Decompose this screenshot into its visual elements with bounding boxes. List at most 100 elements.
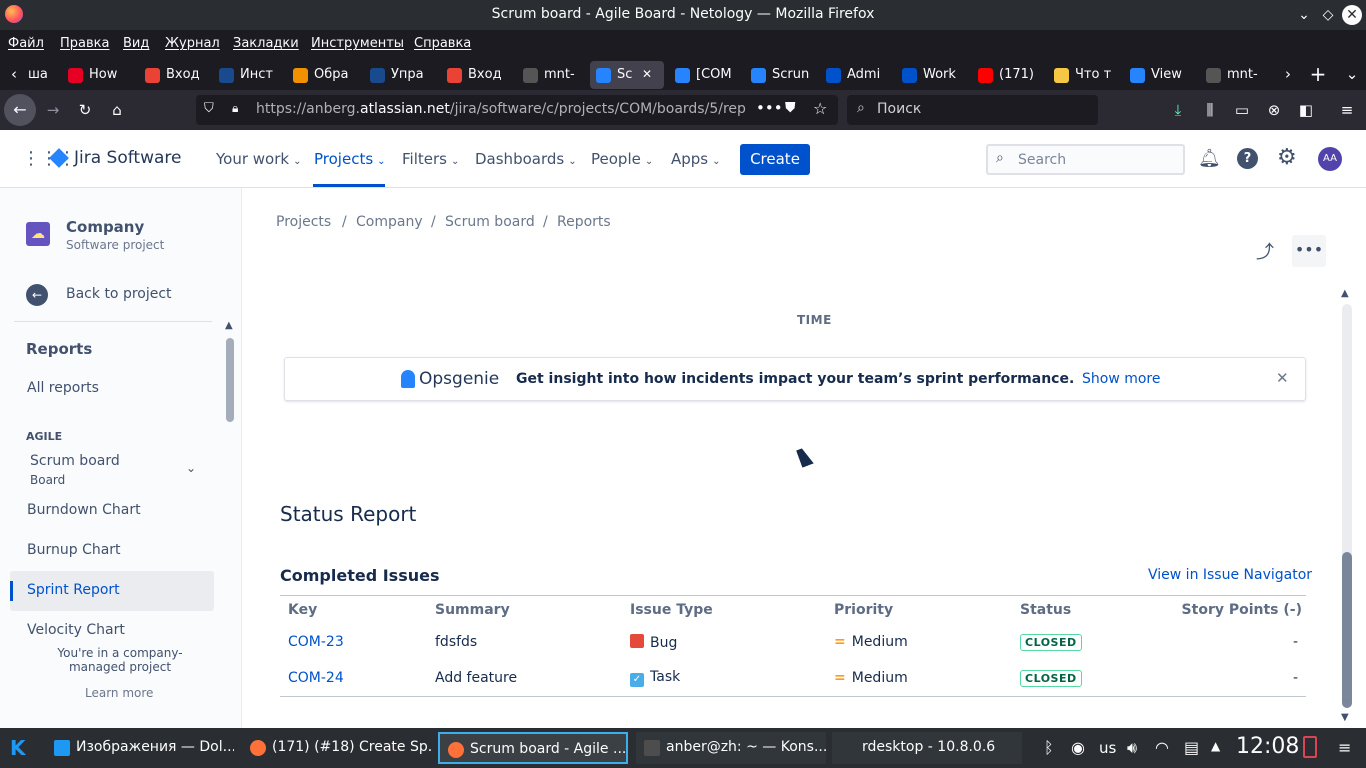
scroll-up-icon[interactable]: ▲ xyxy=(1341,288,1349,299)
task-rdesktop[interactable]: rdesktop - 10.8.0.6 xyxy=(832,732,1022,764)
avatar[interactable]: AA xyxy=(1318,147,1342,171)
tab-11[interactable]: Admi xyxy=(820,61,892,89)
tab-16[interactable]: mnt- xyxy=(1200,61,1272,89)
kde-launcher-icon[interactable]: K xyxy=(10,736,26,760)
nav-your-work[interactable]: Your work ⌄ xyxy=(216,150,301,168)
scroll-down-icon[interactable]: ▼ xyxy=(1341,712,1349,723)
column-header-issue-type[interactable]: Issue Type xyxy=(622,596,826,624)
task-firefox-scrum-board[interactable]: Scrum board - Agile ... xyxy=(438,732,628,764)
column-header-key[interactable]: Key xyxy=(280,596,427,624)
board-selector[interactable]: Scrum board Board ⌄ xyxy=(30,453,200,493)
back-button[interactable]: ← xyxy=(4,94,36,126)
tab-15[interactable]: View xyxy=(1124,61,1196,89)
network-manager-icon[interactable]: ◉ xyxy=(1071,738,1085,757)
nav-people[interactable]: People ⌄ xyxy=(591,150,653,168)
settings-gear-icon[interactable]: ⚙ xyxy=(1277,145,1297,170)
wifi-icon[interactable]: ◠ xyxy=(1155,738,1169,757)
column-header-status[interactable]: Status xyxy=(1012,596,1162,624)
page-actions-icon[interactable]: ••• xyxy=(756,99,783,117)
sidebar-item-velocity-chart[interactable]: Velocity Chart xyxy=(27,622,125,638)
show-desktop-icon[interactable]: ≡ xyxy=(1338,738,1351,757)
scroll-up-icon[interactable]: ▲ xyxy=(225,320,233,331)
breadcrumb-projects[interactable]: Projects xyxy=(276,214,331,230)
tab-10[interactable]: Scrun xyxy=(745,61,817,89)
extension-close-icon[interactable]: ⊗ xyxy=(1264,100,1284,120)
nav-projects[interactable]: Projects ⌄ xyxy=(314,150,386,168)
show-more-link[interactable]: Show more xyxy=(1082,371,1161,387)
tab-7[interactable]: mnt- xyxy=(517,61,589,89)
tab-8[interactable]: Sc ✕ xyxy=(590,61,664,89)
sidebar-item-all-reports[interactable]: All reports xyxy=(27,380,99,396)
extension-shield-icon[interactable]: ◧ xyxy=(1296,100,1316,120)
project-name[interactable]: Company xyxy=(66,218,144,236)
tab-list-icon[interactable]: ⌄ xyxy=(1342,64,1362,84)
column-header-priority[interactable]: Priority xyxy=(826,596,1012,624)
learn-more-link[interactable]: Learn more xyxy=(85,686,153,700)
menu-help[interactable]: Справка xyxy=(414,36,471,51)
bluetooth-icon[interactable]: ᛒ xyxy=(1044,738,1054,757)
maximize-icon[interactable]: ◇ xyxy=(1318,5,1338,25)
keyboard-layout[interactable]: us xyxy=(1099,739,1116,757)
sidebar-toggle-icon[interactable]: ▭ xyxy=(1232,100,1252,120)
tab-0[interactable]: ша xyxy=(22,61,50,89)
view-in-issue-navigator-link[interactable]: View in Issue Navigator xyxy=(1148,567,1312,583)
downloads-icon[interactable]: ⤓ xyxy=(1168,100,1188,120)
home-icon[interactable]: ⌂ xyxy=(107,100,127,120)
menu-tools[interactable]: Инструменты xyxy=(311,36,404,51)
volume-icon[interactable]: 🔊︎ xyxy=(1127,738,1137,758)
lock-icon[interactable]: 🔒︎ xyxy=(232,101,238,116)
breadcrumb-company[interactable]: Company xyxy=(356,214,423,230)
sidebar-scrollbar[interactable]: ▲ xyxy=(224,320,236,638)
search-bar[interactable]: ⌕ Поиск xyxy=(847,95,1098,125)
task-konsole[interactable]: anber@zh: ~ — Kons... xyxy=(636,732,826,764)
scroll-thumb[interactable] xyxy=(226,338,234,422)
url-bar[interactable]: ⛉ 🔒︎ https://anberg.atlassian.net/jira/s… xyxy=(196,95,838,125)
sidebar-item-sprint-report[interactable]: Sprint Report xyxy=(10,571,214,611)
close-banner-icon[interactable]: ✕ xyxy=(1276,369,1289,387)
scroll-thumb[interactable] xyxy=(1342,552,1352,708)
menu-bookmarks[interactable]: Закладки xyxy=(233,36,299,51)
breadcrumb-scrum-board[interactable]: Scrum board xyxy=(445,214,535,230)
menu-view[interactable]: Вид xyxy=(123,36,149,51)
menu-history[interactable]: Журнал xyxy=(165,36,220,51)
reload-icon[interactable]: ↻ xyxy=(75,100,95,120)
minimize-icon[interactable]: ⌄ xyxy=(1294,5,1314,25)
tab-1[interactable]: How xyxy=(62,61,134,89)
tab-14[interactable]: Что т xyxy=(1048,61,1120,89)
close-window-icon[interactable]: ✕ xyxy=(1342,5,1362,25)
column-header-summary[interactable]: Summary xyxy=(427,596,622,624)
tab-12[interactable]: Work xyxy=(896,61,968,89)
menu-file[interactable]: Файл xyxy=(8,36,44,51)
close-tab-icon[interactable]: ✕ xyxy=(642,67,652,81)
pocket-icon[interactable]: ⛊ xyxy=(785,100,796,116)
tab-9[interactable]: [COM xyxy=(669,61,741,89)
sidebar-item-burndown-chart[interactable]: Burndown Chart xyxy=(27,502,141,518)
task-dolphin[interactable]: Изображения — Dol... xyxy=(46,732,234,764)
jira-search-input[interactable]: ⌕ Search xyxy=(986,144,1185,175)
forward-icon[interactable]: → xyxy=(43,100,63,120)
create-button[interactable]: Create xyxy=(740,144,810,175)
menu-edit[interactable]: Правка xyxy=(60,36,109,51)
sidebar-item-burnup-chart[interactable]: Burnup Chart xyxy=(27,542,121,558)
column-header-story-points[interactable]: Story Points (-) xyxy=(1162,596,1306,624)
share-icon[interactable]: ⤴ xyxy=(1252,238,1278,264)
issue-key-link[interactable]: COM-24 xyxy=(288,670,344,686)
breadcrumb-reports[interactable]: Reports xyxy=(557,214,611,230)
nav-dashboards[interactable]: Dashboards ⌄ xyxy=(475,150,577,168)
notifications-icon[interactable]: 🔔︎ xyxy=(1198,148,1221,169)
nav-filters[interactable]: Filters ⌄ xyxy=(402,150,459,168)
content-scrollbar[interactable]: ▲ ▼ xyxy=(1340,288,1354,726)
library-icon[interactable]: ⫼ xyxy=(1200,100,1220,120)
help-icon[interactable]: ? xyxy=(1237,148,1258,169)
tab-4[interactable]: Обра xyxy=(287,61,359,89)
new-tab-icon[interactable]: + xyxy=(1308,64,1328,84)
tab-scroll-left-icon[interactable]: ‹ xyxy=(4,64,24,84)
clipboard-icon[interactable]: ▤ xyxy=(1184,738,1199,757)
nav-apps[interactable]: Apps ⌄ xyxy=(671,150,721,168)
tab-5[interactable]: Упра xyxy=(364,61,436,89)
tab-13[interactable]: (171) xyxy=(972,61,1044,89)
battery-icon[interactable] xyxy=(1303,736,1317,758)
tab-2[interactable]: Вход xyxy=(139,61,211,89)
more-actions-button[interactable]: ••• xyxy=(1292,235,1326,267)
bookmark-star-icon[interactable]: ☆ xyxy=(813,99,827,118)
